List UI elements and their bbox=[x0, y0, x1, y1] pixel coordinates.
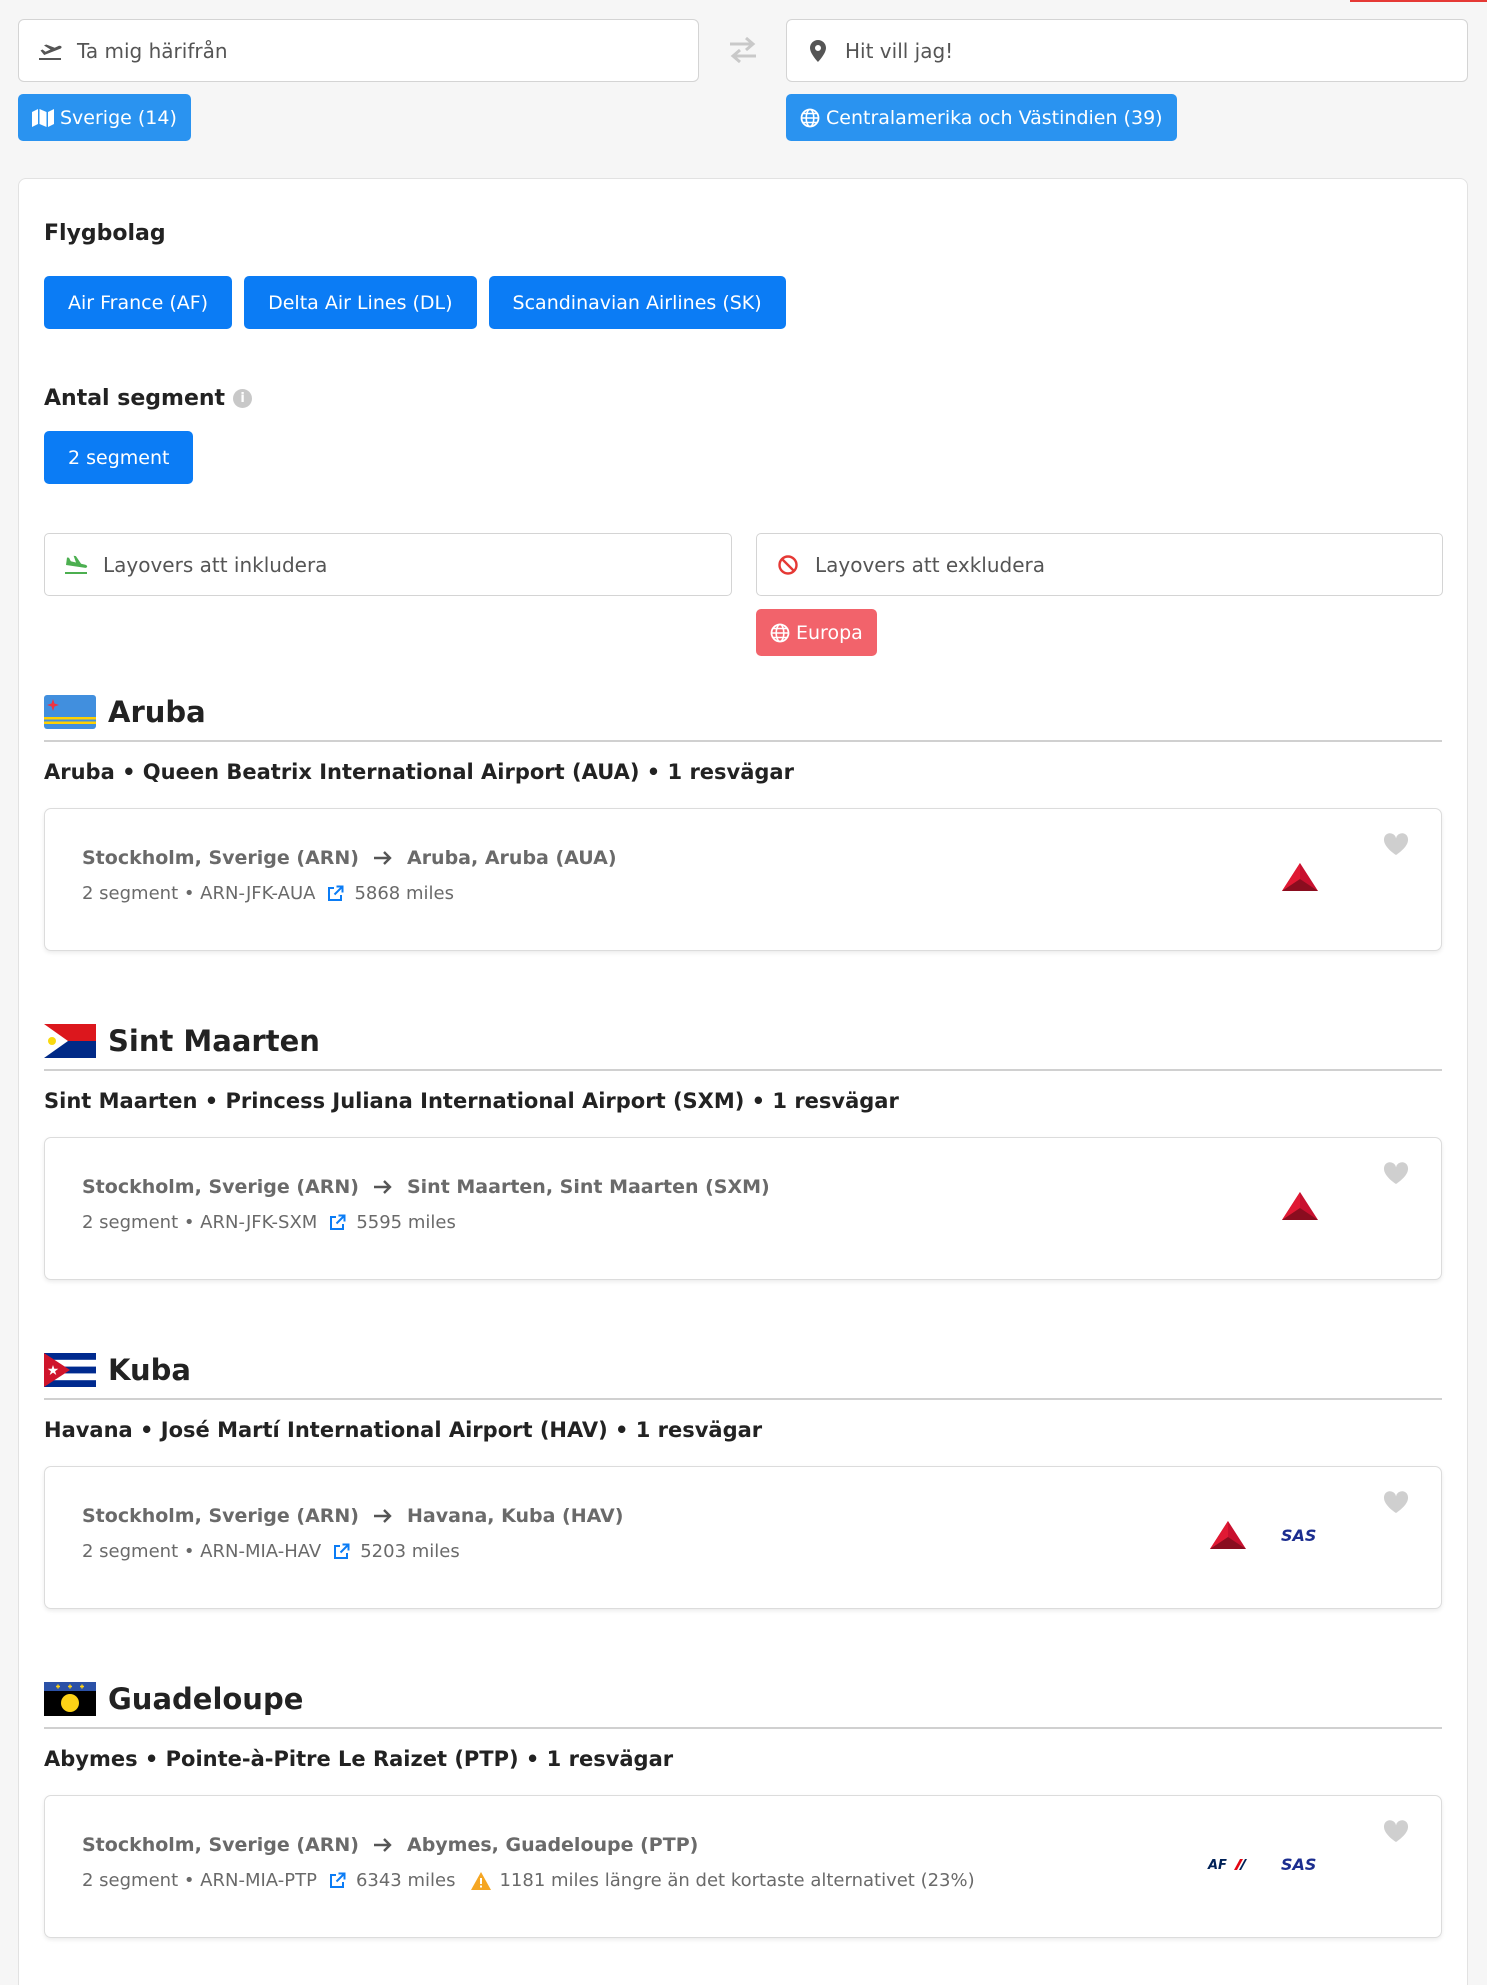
arrow-right-icon bbox=[373, 1508, 393, 1524]
airport-line: Aruba • Queen Beatrix International Airp… bbox=[44, 760, 794, 784]
favorite-heart-icon[interactable] bbox=[1383, 1491, 1409, 1518]
origin-placeholder: Ta mig härifrån bbox=[77, 38, 228, 63]
external-link-icon[interactable] bbox=[329, 1872, 346, 1889]
layover-include-placeholder: Layovers att inkludera bbox=[103, 552, 328, 577]
route-miles: 6343 miles bbox=[355, 1870, 456, 1891]
destination-input[interactable]: Hit vill jag! bbox=[786, 19, 1468, 82]
delta-logo-icon bbox=[1205, 1515, 1251, 1555]
destination-group: Guadeloupe Abymes • Pointe-à-Pitre Le Ra… bbox=[44, 1671, 1442, 1938]
country-name: Aruba bbox=[108, 695, 206, 729]
plane-takeoff-icon bbox=[37, 38, 63, 64]
route-card[interactable]: Stockholm, Sverige (ARN) Abymes, Guadelo… bbox=[44, 1795, 1442, 1938]
air-france-logo-icon: AF bbox=[1205, 1844, 1251, 1884]
airport-line: Sint Maarten • Princess Juliana Internat… bbox=[44, 1089, 899, 1113]
arrow-right-icon bbox=[373, 1837, 393, 1853]
destination-placeholder: Hit vill jag! bbox=[845, 38, 954, 63]
favorite-heart-icon[interactable] bbox=[1383, 1162, 1409, 1189]
route-destination: Aruba, Aruba (AUA) bbox=[406, 847, 617, 869]
layover-exclude-placeholder: Layovers att exkludera bbox=[815, 552, 1045, 577]
top-accent-line bbox=[1350, 0, 1487, 2]
swap-icon[interactable] bbox=[723, 32, 763, 68]
arrow-right-icon bbox=[373, 1179, 393, 1195]
route-card[interactable]: Stockholm, Sverige (ARN) Aruba, Aruba (A… bbox=[44, 808, 1442, 951]
globe-icon bbox=[770, 623, 790, 643]
route-destination: Havana, Kuba (HAV) bbox=[406, 1505, 624, 1527]
destination-group: Sint Maarten Sint Maarten • Princess Jul… bbox=[44, 1013, 1442, 1280]
airline-filter-air-france[interactable]: Air France (AF) bbox=[44, 276, 233, 329]
airline-filter-title: Flygbolag bbox=[44, 221, 166, 246]
delta-logo-icon bbox=[1277, 1186, 1323, 1226]
route-warning: 1181 miles längre än det kortaste altern… bbox=[499, 1870, 975, 1891]
airport-line: Havana • José Martí International Airpor… bbox=[44, 1418, 763, 1442]
sint-maarten-flag-icon bbox=[44, 1024, 96, 1058]
route-card[interactable]: Stockholm, Sverige (ARN) Havana, Kuba (H… bbox=[44, 1466, 1442, 1609]
sas-logo-icon: SAS bbox=[1277, 1515, 1323, 1555]
ban-icon bbox=[775, 552, 801, 578]
search-row: Ta mig härifrån Hit vill jag! bbox=[18, 19, 1468, 82]
country-name: Guadeloupe bbox=[108, 1682, 304, 1716]
excluded-chip-label: Europa bbox=[796, 621, 863, 644]
aruba-flag-icon bbox=[44, 695, 96, 729]
external-link-icon[interactable] bbox=[327, 885, 344, 902]
origin-chip-sverige[interactable]: Sverige (14) bbox=[18, 94, 191, 141]
route-details: 2 segment • ARN-JFK-SXM bbox=[82, 1212, 318, 1233]
favorite-heart-icon[interactable] bbox=[1383, 1820, 1409, 1847]
external-link-icon[interactable] bbox=[333, 1543, 350, 1560]
segment-filter-2[interactable]: 2 segment bbox=[44, 431, 194, 484]
airport-line: Abymes • Pointe-à-Pitre Le Raizet (PTP) … bbox=[44, 1747, 674, 1771]
route-origin: Stockholm, Sverige (ARN) bbox=[82, 1176, 359, 1198]
origin-input[interactable]: Ta mig härifrån bbox=[18, 19, 699, 82]
route-details: 2 segment • ARN-MIA-PTP bbox=[82, 1870, 317, 1891]
warning-icon bbox=[471, 1871, 492, 1890]
external-link-icon[interactable] bbox=[329, 1214, 346, 1231]
favorite-heart-icon[interactable] bbox=[1383, 833, 1409, 860]
route-details: 2 segment • ARN-JFK-AUA bbox=[82, 883, 316, 904]
route-miles: 5868 miles bbox=[354, 883, 454, 904]
map-pin-icon bbox=[805, 38, 831, 64]
guadeloupe-flag-icon bbox=[44, 1682, 96, 1716]
route-origin: Stockholm, Sverige (ARN) bbox=[82, 1834, 359, 1856]
route-card[interactable]: Stockholm, Sverige (ARN) Sint Maarten, S… bbox=[44, 1137, 1442, 1280]
svg-text:SAS: SAS bbox=[1281, 1526, 1316, 1545]
plane-landing-icon bbox=[63, 552, 89, 578]
route-origin: Stockholm, Sverige (ARN) bbox=[82, 1505, 359, 1527]
layover-include-input[interactable]: Layovers att inkludera bbox=[44, 533, 732, 596]
map-icon bbox=[32, 108, 54, 127]
segment-filter-title: Antal segment bbox=[44, 386, 226, 411]
info-icon[interactable]: i bbox=[233, 389, 253, 408]
airline-filter-delta[interactable]: Delta Air Lines (DL) bbox=[244, 276, 477, 329]
origin-chip-label: Sverige (14) bbox=[60, 106, 177, 129]
airline-filter-sas[interactable]: Scandinavian Airlines (SK) bbox=[488, 276, 786, 329]
svg-text:AF: AF bbox=[1207, 1858, 1227, 1873]
destination-chip-label: Centralamerika och Västindien (39) bbox=[826, 106, 1163, 129]
svg-text:SAS: SAS bbox=[1281, 1855, 1316, 1874]
route-details: 2 segment • ARN-MIA-HAV bbox=[82, 1541, 322, 1562]
sas-logo-icon: SAS bbox=[1277, 1844, 1323, 1884]
segment-filter-section: Antal segment i 2 segment bbox=[44, 386, 1442, 484]
route-destination: Sint Maarten, Sint Maarten (SXM) bbox=[406, 1176, 770, 1198]
arrow-right-icon bbox=[373, 850, 393, 866]
route-miles: 5595 miles bbox=[356, 1212, 456, 1233]
route-origin: Stockholm, Sverige (ARN) bbox=[82, 847, 359, 869]
layover-exclude-input[interactable]: Layovers att exkludera bbox=[756, 533, 1443, 596]
destination-group: Aruba Aruba • Queen Beatrix Internationa… bbox=[44, 684, 1442, 951]
cuba-flag-icon bbox=[44, 1353, 96, 1387]
destination-group: Kuba Havana • José Martí International A… bbox=[44, 1342, 1442, 1609]
delta-logo-icon bbox=[1277, 857, 1323, 897]
route-miles: 5203 miles bbox=[360, 1541, 460, 1562]
country-name: Kuba bbox=[108, 1353, 191, 1387]
route-destination: Abymes, Guadeloupe (PTP) bbox=[406, 1834, 699, 1856]
destination-chip-region[interactable]: Centralamerika och Västindien (39) bbox=[786, 94, 1177, 141]
globe-icon bbox=[800, 108, 820, 128]
airline-filter-section: Flygbolag Air France (AF) Delta Air Line… bbox=[44, 221, 1442, 329]
country-name: Sint Maarten bbox=[108, 1024, 320, 1058]
excluded-chip-europa[interactable]: Europa bbox=[756, 609, 877, 656]
results-panel: Flygbolag Air France (AF) Delta Air Line… bbox=[18, 178, 1468, 1985]
